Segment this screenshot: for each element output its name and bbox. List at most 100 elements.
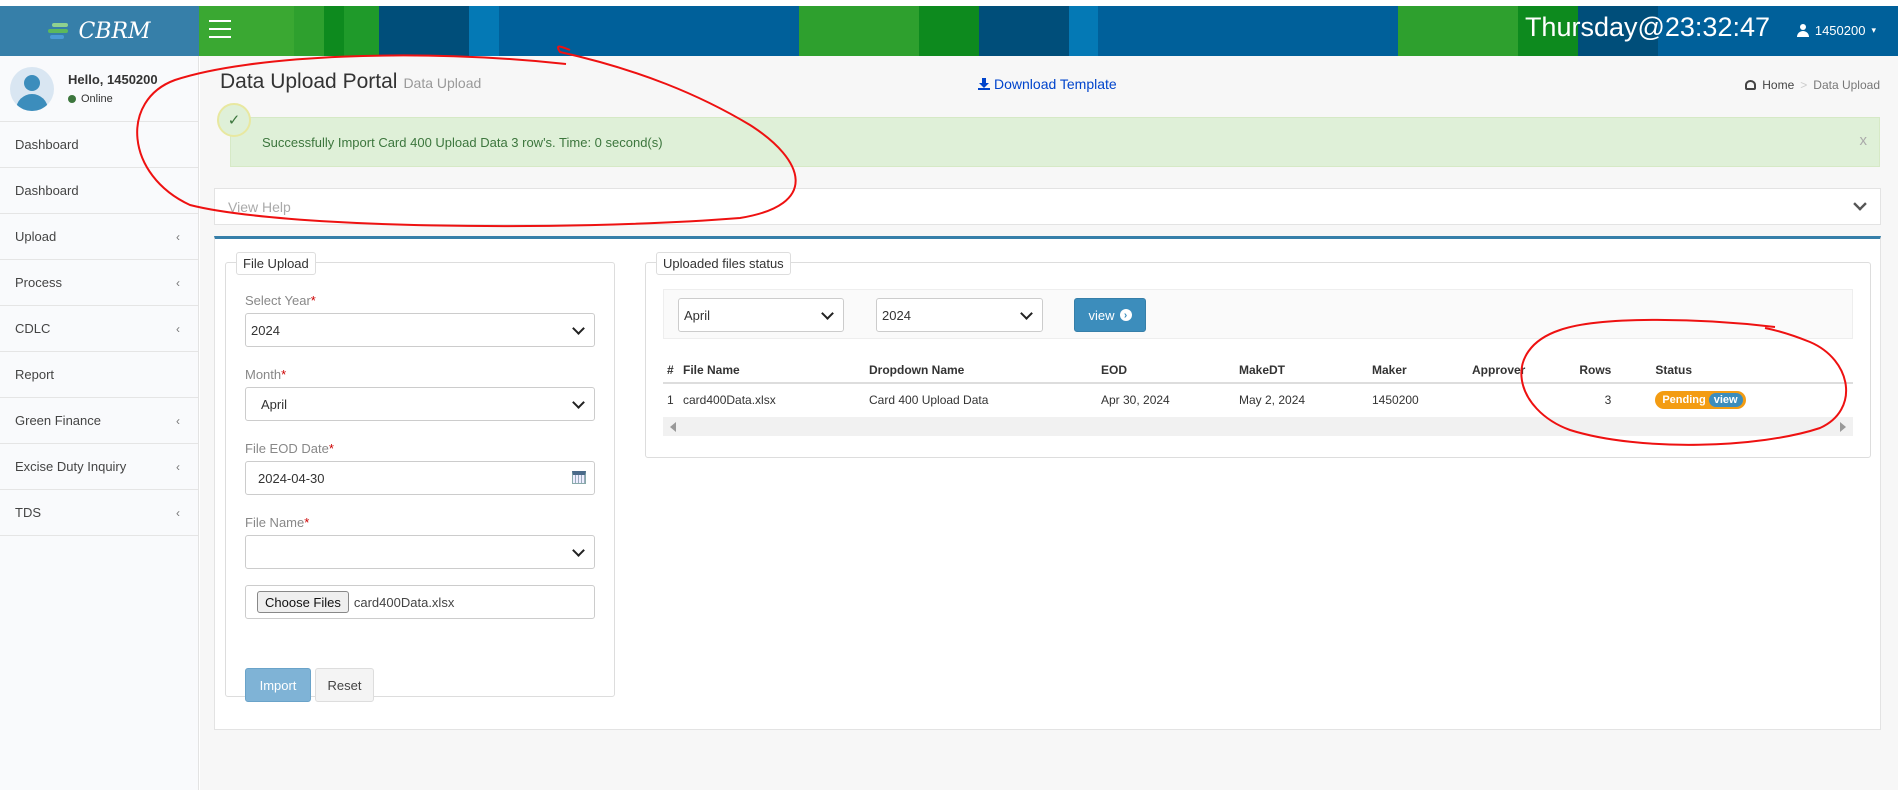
view-help-panel[interactable]: View Help	[214, 188, 1881, 225]
sidebar-item-label: Dashboard	[15, 183, 79, 198]
status-view-button[interactable]: view	[1708, 392, 1743, 407]
column-header: Dropdown Name	[865, 357, 1097, 384]
month-filter-value: April	[684, 307, 711, 323]
table-row: 1 card400Data.xlsx Card 400 Upload Data …	[663, 383, 1853, 415]
scroll-right-icon[interactable]	[1840, 422, 1846, 432]
breadcrumb-home[interactable]: Home	[1762, 78, 1794, 92]
column-header: MakeDT	[1235, 357, 1368, 384]
rows-cell: 3	[1604, 392, 1612, 407]
user-panel: Hello, 1450200 Online	[0, 56, 198, 122]
view-help-label: View Help	[228, 199, 291, 215]
chevron-left-icon: ‹	[176, 459, 180, 474]
reset-button[interactable]: Reset	[315, 668, 374, 702]
view-button[interactable]: view ›	[1074, 298, 1146, 332]
file-chooser[interactable]: Choose Files card400Data.xlsx	[245, 585, 595, 619]
sidebar: Hello, 1450200 Online Dashboard Dashboar…	[0, 56, 199, 790]
page-title-text: Data Upload Portal	[220, 70, 398, 93]
status-badge: Pending view	[1655, 390, 1746, 409]
chevron-down-icon	[572, 322, 585, 335]
sidebar-item-process[interactable]: Process ‹	[0, 260, 198, 306]
column-header: Status	[1615, 357, 1853, 384]
import-button[interactable]: Import	[245, 668, 311, 702]
column-header: Approver	[1468, 357, 1530, 384]
user-greeting: Hello, 1450200	[68, 72, 158, 87]
dashboard-icon	[1745, 80, 1757, 90]
chosen-file-name: card400Data.xlsx	[353, 594, 455, 610]
sidebar-item-label: Process	[15, 275, 62, 290]
sidebar-item-label: Dashboard	[15, 137, 79, 152]
user-icon	[1796, 24, 1809, 37]
alert-message: Successfully Import Card 400 Upload Data…	[262, 134, 663, 150]
breadcrumb-separator: >	[1800, 78, 1808, 92]
status-cell: Pending view	[1615, 383, 1853, 415]
chevron-down-icon	[572, 396, 585, 409]
row-number: 1	[667, 392, 674, 407]
scroll-left-icon[interactable]	[670, 422, 676, 432]
chevron-down-icon	[821, 307, 834, 320]
chevron-down-icon[interactable]	[1853, 197, 1867, 211]
makedt-cell: May 2, 2024	[1239, 392, 1306, 407]
download-template-link[interactable]: Download Template	[978, 76, 1117, 92]
logo-mark-icon	[48, 20, 70, 42]
month-select-value: April	[261, 396, 288, 412]
year-filter-select[interactable]: 2024	[876, 298, 1043, 332]
chevron-left-icon: ‹	[176, 321, 180, 336]
dropdown-name-cell: Card 400 Upload Data	[869, 392, 989, 407]
page-subtitle: Data Upload	[403, 75, 482, 91]
horizontal-scrollbar[interactable]	[663, 417, 1853, 436]
alert-close-button[interactable]: x	[1860, 132, 1868, 149]
app-logo[interactable]: CBRM	[0, 6, 199, 56]
avatar	[10, 66, 54, 111]
month-select[interactable]: April	[245, 387, 595, 421]
status-label: Pending	[1662, 393, 1706, 406]
uploaded-files-fieldset: Uploaded files status April 2024 view ›	[645, 252, 1871, 458]
year-select-value: 2024	[251, 322, 280, 338]
logo-text: CBRM	[78, 18, 151, 44]
success-alert: Successfully Import Card 400 Upload Data…	[230, 117, 1880, 167]
choose-files-button[interactable]: Choose Files	[257, 591, 349, 613]
sidebar-item-label: Report	[15, 367, 55, 382]
column-header: File Name	[679, 357, 865, 384]
download-icon	[978, 78, 990, 90]
breadcrumb: Home > Data Upload	[1745, 78, 1880, 92]
sidebar-item-tds[interactable]: TDS ‹	[0, 490, 198, 536]
online-status: Online	[68, 93, 158, 105]
month-filter-select[interactable]: April	[678, 298, 844, 332]
user-menu-label: 1450200	[1814, 23, 1866, 38]
sidebar-item-dashboard[interactable]: Dashboard	[0, 122, 198, 168]
chevron-left-icon: ‹	[176, 229, 180, 244]
select-year-label: Select Year*	[245, 293, 316, 308]
calendar-icon[interactable]	[572, 471, 586, 484]
maker-cell: 1450200	[1372, 392, 1419, 407]
arrow-circle-right-icon: ›	[1119, 309, 1132, 321]
clock-display: Thursday@23:32:47	[1524, 12, 1770, 42]
file-name-select[interactable]	[245, 535, 595, 569]
status-label: Online	[81, 93, 113, 105]
download-template-label: Download Template	[994, 76, 1117, 92]
column-header: Maker	[1368, 357, 1468, 384]
month-label: Month*	[245, 367, 287, 382]
content-wrapper: Data Upload Portal Data Upload Download T…	[200, 56, 1898, 790]
sidebar-item-excise-duty-inquiry[interactable]: Excise Duty Inquiry ‹	[0, 444, 198, 490]
eod-date-input[interactable]: 2024-04-30	[245, 461, 595, 495]
sidebar-item-upload[interactable]: Upload ‹	[0, 214, 198, 260]
sidebar-item-label: Excise Duty Inquiry	[15, 459, 127, 474]
sidebar-item-report[interactable]: Report	[0, 352, 198, 398]
chevron-down-icon	[1020, 307, 1033, 320]
main-box: File Upload Select Year* 2024 Month* Apr…	[214, 236, 1881, 730]
breadcrumb-current: Data Upload	[1813, 78, 1880, 92]
caret-down-icon: ▾	[1871, 25, 1876, 35]
sidebar-item-dashboard-2[interactable]: Dashboard	[0, 168, 198, 214]
year-select[interactable]: 2024	[245, 313, 595, 347]
top-navbar: CBRM Thursday@23:32:47 1450200 ▾	[0, 6, 1898, 56]
chevron-left-icon: ‹	[176, 275, 180, 290]
filter-panel: April 2024 view ›	[663, 289, 1853, 339]
column-header: #	[663, 357, 679, 384]
sidebar-toggle-button[interactable]	[209, 20, 231, 38]
approver-cell	[1468, 383, 1529, 415]
sidebar-item-label: CDLC	[15, 321, 51, 336]
eod-date-label: File EOD Date*	[245, 441, 334, 456]
sidebar-item-cdlc[interactable]: CDLC ‹	[0, 306, 198, 352]
user-menu[interactable]: 1450200 ▾	[1796, 23, 1876, 38]
sidebar-item-green-finance[interactable]: Green Finance ‹	[0, 398, 198, 444]
